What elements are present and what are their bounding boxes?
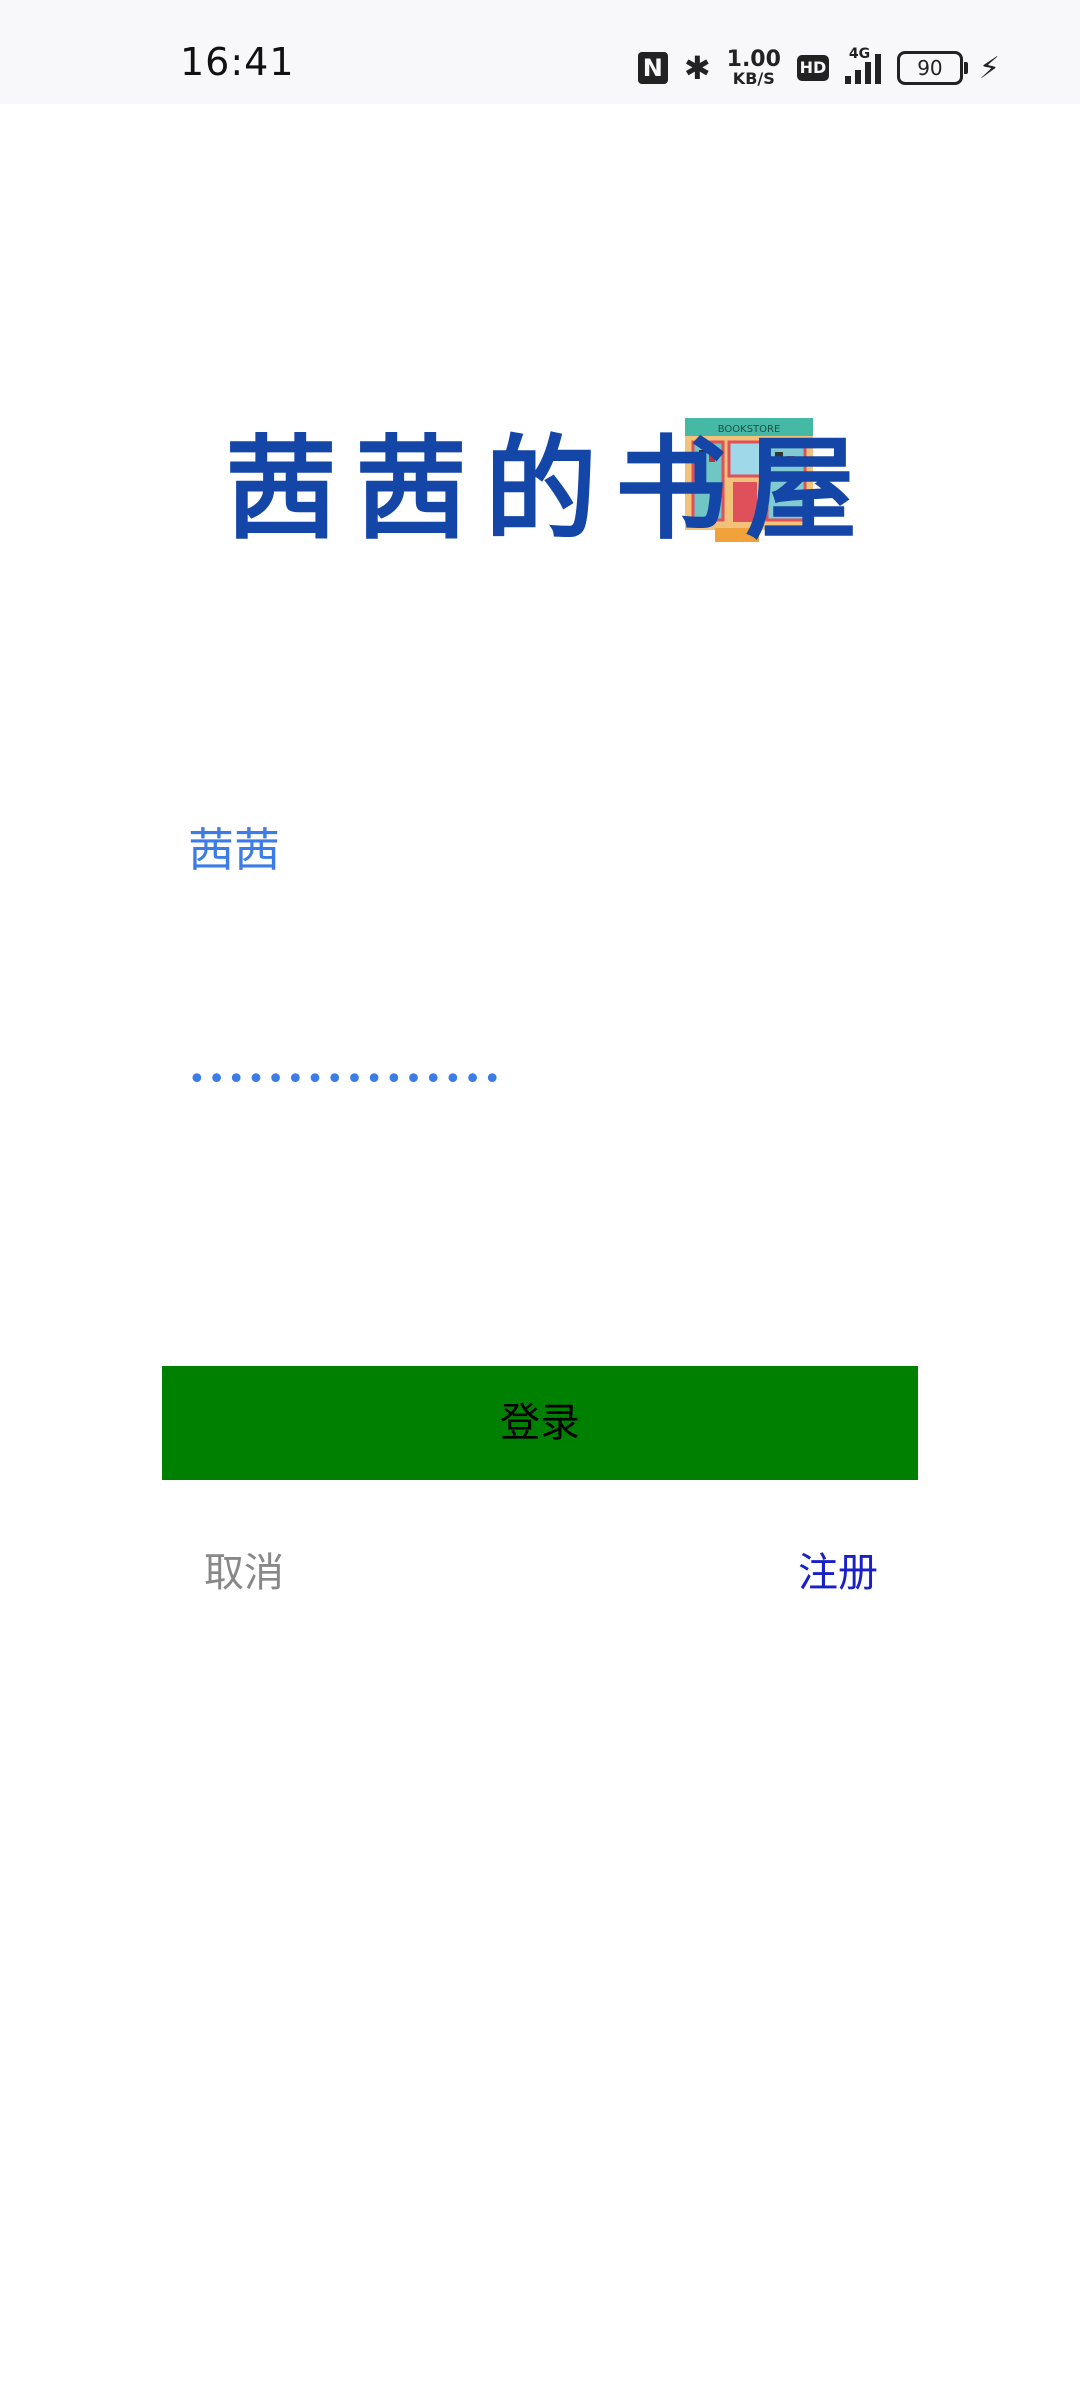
login-screen: 16:41 ✱ 1.00 KB/S HD 4G 90 ⚡ BO (0, 0, 1080, 2400)
charging-icon: ⚡ (978, 50, 1000, 86)
username-input[interactable]: 茜茜 (188, 810, 908, 890)
network-speed-value: 1.00 (726, 47, 781, 72)
hd-icon: HD (796, 55, 829, 81)
status-bar: 16:41 ✱ 1.00 KB/S HD 4G 90 ⚡ (0, 0, 1080, 104)
battery-icon: 90 (896, 51, 968, 85)
cancel-button[interactable]: 取消 (204, 1540, 284, 1598)
bluetooth-icon: ✱ (683, 49, 711, 87)
nfc-icon (637, 52, 668, 84)
password-input[interactable]: •••••••••••••••• (188, 1040, 908, 1120)
network-speed-unit: KB/S (732, 69, 775, 88)
status-time: 16:41 (180, 40, 295, 84)
network-speed: 1.00 KB/S (727, 49, 781, 87)
bookstore-logo: BOOKSTORE 茜茜的书屋 (225, 418, 875, 555)
signal-icon: 4G (844, 46, 881, 84)
login-button[interactable]: 登录 (162, 1366, 918, 1480)
status-icons: ✱ 1.00 KB/S HD 4G 90 ⚡ (637, 46, 1000, 90)
logo-title: 茜茜的书屋 (225, 425, 875, 555)
register-button[interactable]: 注册 (798, 1540, 878, 1598)
network-type-label: 4G (848, 46, 871, 62)
